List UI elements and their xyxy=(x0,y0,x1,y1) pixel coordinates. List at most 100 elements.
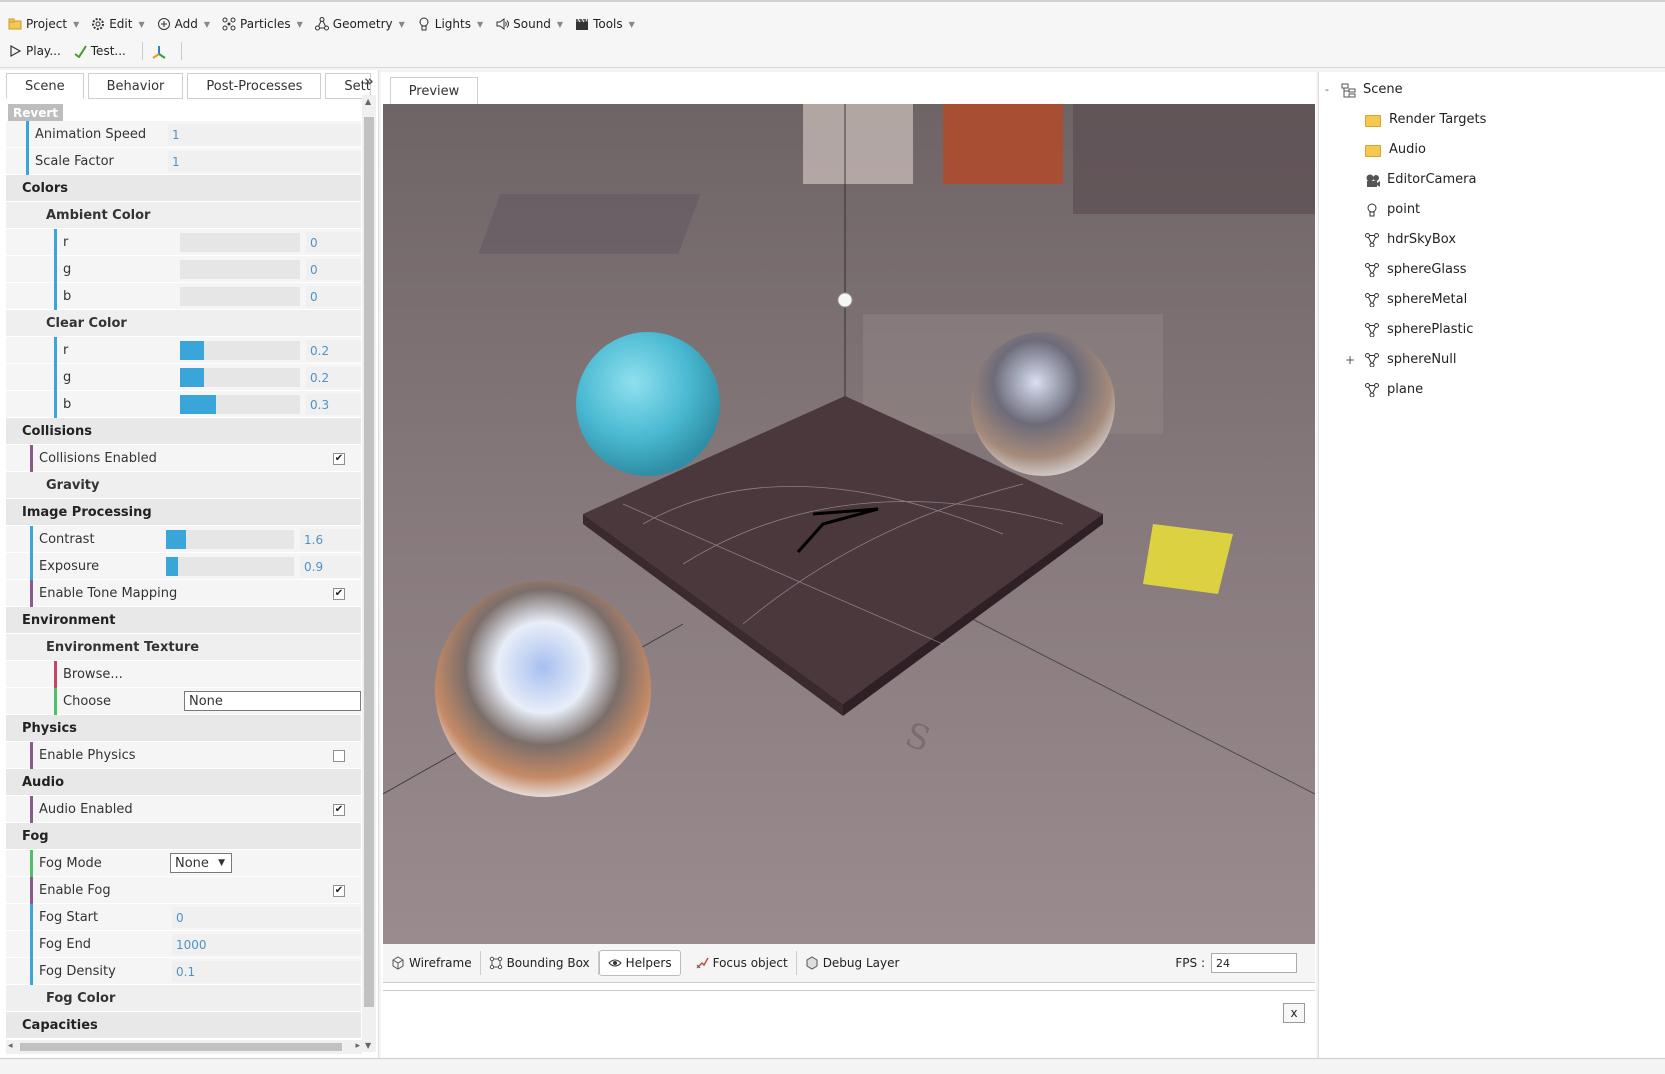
browse-button[interactable]: Browse... xyxy=(63,667,123,682)
choose-select[interactable]: None xyxy=(184,691,361,711)
helpers-button[interactable]: Helpers xyxy=(598,950,681,976)
section-environment[interactable]: Environment xyxy=(6,607,361,634)
scale-factor-input[interactable]: 1 xyxy=(168,151,361,172)
section-physics[interactable]: Physics xyxy=(6,715,361,742)
viewport-toolbar: Wireframe Bounding Box Helpers Focus obj… xyxy=(383,944,1315,983)
collapse-toggle[interactable]: - xyxy=(1325,83,1333,96)
close-console-button[interactable]: x xyxy=(1283,1003,1305,1023)
collisions-enabled-checkbox[interactable]: ✔ xyxy=(333,453,345,465)
revert-button[interactable]: Revert xyxy=(8,104,63,122)
tone-mapping-checkbox[interactable]: ✔ xyxy=(333,588,345,600)
fog-density-input[interactable]: 0.1 xyxy=(172,961,361,982)
menu-particles-label: Particles xyxy=(240,17,291,31)
scroll-right-icon[interactable]: ▸ xyxy=(355,1041,360,1051)
fps-input[interactable]: 24 xyxy=(1211,953,1297,973)
fog-end-input[interactable]: 1000 xyxy=(172,934,361,955)
tree-item-sphere-null[interactable]: + sphereNull xyxy=(1345,352,1457,367)
clear-b-input[interactable]: 0.3 xyxy=(306,394,361,415)
scroll-left-icon[interactable]: ◂ xyxy=(8,1041,13,1051)
tree-item-audio[interactable]: Audio xyxy=(1365,142,1426,157)
tree-item-label: point xyxy=(1387,202,1421,217)
section-collisions[interactable]: Collisions xyxy=(6,418,361,445)
indent-bar xyxy=(54,229,57,256)
section-audio[interactable]: Audio xyxy=(6,769,361,796)
play-button[interactable]: Play... xyxy=(8,44,61,58)
section-capacities[interactable]: Capacities xyxy=(6,1012,361,1039)
slider-fill xyxy=(180,395,216,414)
tree-item-editor-camera[interactable]: EditorCamera xyxy=(1365,172,1477,187)
subsection-clear-color[interactable]: Clear Color xyxy=(6,310,361,337)
tree-item-sphere-glass[interactable]: sphereGlass xyxy=(1365,262,1467,277)
expand-toggle[interactable]: + xyxy=(1345,353,1357,367)
exposure-input[interactable]: 0.9 xyxy=(300,556,361,577)
ambient-g-input[interactable]: 0 xyxy=(306,259,361,280)
3d-viewport[interactable]: S xyxy=(383,104,1315,944)
menu-geometry[interactable]: Geometry ▼ xyxy=(314,17,405,31)
ambient-r-input[interactable]: 0 xyxy=(306,232,361,253)
subsection-environment-texture[interactable]: Environment Texture xyxy=(6,634,361,661)
scroll-up-icon[interactable]: ▲ xyxy=(365,97,371,106)
section-colors[interactable]: Colors xyxy=(6,175,361,202)
menu-lights[interactable]: Lights ▼ xyxy=(417,17,483,31)
fog-mode-select[interactable]: None ▼ xyxy=(170,853,232,873)
ambient-b-input[interactable]: 0 xyxy=(306,286,361,307)
subsection-fog-color[interactable]: Fog Color xyxy=(6,985,361,1012)
menu-sound[interactable]: Sound ▼ xyxy=(495,17,563,31)
subsection-ambient-color[interactable]: Ambient Color xyxy=(6,202,361,229)
clear-b-slider[interactable] xyxy=(180,395,300,414)
debug-layer-button[interactable]: Debug Layer xyxy=(797,951,908,975)
tab-scene[interactable]: Scene xyxy=(6,73,84,99)
tree-root-scene[interactable]: - Scene xyxy=(1325,82,1403,97)
ambient-b-slider[interactable] xyxy=(180,287,300,306)
ambient-g-slider[interactable] xyxy=(180,260,300,279)
scrollbar-thumb[interactable] xyxy=(364,117,374,1007)
test-button[interactable]: Test... xyxy=(73,44,126,59)
enable-fog-checkbox[interactable]: ✔ xyxy=(333,885,345,897)
indent-bar xyxy=(30,850,33,877)
tab-behavior[interactable]: Behavior xyxy=(87,73,184,99)
indent-bar xyxy=(54,364,57,391)
tree-item-render-targets[interactable]: Render Targets xyxy=(1365,112,1486,127)
collapse-panel-icon[interactable]: » xyxy=(364,72,374,90)
properties-horizontal-scrollbar[interactable]: ◂ ▸ xyxy=(6,1040,362,1054)
tree-item-label: sphereGlass xyxy=(1387,262,1467,277)
menu-edit[interactable]: Edit ▼ xyxy=(91,17,145,31)
audio-enabled-checkbox[interactable]: ✔ xyxy=(333,804,345,816)
clear-g-slider[interactable] xyxy=(180,368,300,387)
tree-item-hdr-skybox[interactable]: hdrSkyBox xyxy=(1365,232,1456,247)
menu-project[interactable]: Project ▼ xyxy=(8,17,79,31)
tree-item-sphere-metal[interactable]: sphereMetal xyxy=(1365,292,1467,307)
indent-bar xyxy=(54,337,57,364)
subsection-gravity[interactable]: Gravity xyxy=(6,472,361,499)
section-image-processing[interactable]: Image Processing xyxy=(6,499,361,526)
ambient-r-slider[interactable] xyxy=(180,233,300,252)
menu-add[interactable]: Add ▼ xyxy=(157,17,210,31)
axis-gizmo-button[interactable] xyxy=(151,44,166,59)
section-fog[interactable]: Fog xyxy=(6,823,361,850)
tab-preview[interactable]: Preview xyxy=(390,77,478,104)
fog-start-input[interactable]: 0 xyxy=(172,907,361,928)
animation-speed-input[interactable]: 1 xyxy=(168,124,361,145)
contrast-slider[interactable] xyxy=(166,530,294,549)
properties-vertical-scrollbar[interactable]: ▲ ▼ xyxy=(362,95,376,1052)
enable-physics-checkbox[interactable] xyxy=(333,750,345,762)
focus-object-button[interactable]: Focus object xyxy=(687,951,797,975)
menu-particles[interactable]: Particles ▼ xyxy=(222,17,303,31)
bounding-box-button[interactable]: Bounding Box xyxy=(481,951,599,975)
scrollbar-thumb[interactable] xyxy=(20,1043,342,1051)
clear-g-input[interactable]: 0.2 xyxy=(306,367,361,388)
lightbulb-icon xyxy=(417,17,431,31)
clear-r-slider[interactable] xyxy=(180,341,300,360)
scroll-down-icon[interactable]: ▼ xyxy=(365,1041,371,1050)
tree-item-plane[interactable]: plane xyxy=(1365,382,1423,397)
tree-item-sphere-plastic[interactable]: spherePlastic xyxy=(1365,322,1473,337)
clear-r-input[interactable]: 0.2 xyxy=(306,340,361,361)
tree-item-point[interactable]: point xyxy=(1365,202,1420,217)
focus-icon xyxy=(695,956,709,970)
wireframe-button[interactable]: Wireframe xyxy=(383,951,481,975)
contrast-input[interactable]: 1.6 xyxy=(300,529,361,550)
menu-tools[interactable]: Tools ▼ xyxy=(575,17,635,31)
tab-post-processes[interactable]: Post-Processes xyxy=(187,73,322,99)
prop-fog-density: Fog Density 0.1 xyxy=(6,958,361,985)
exposure-slider[interactable] xyxy=(166,557,294,576)
